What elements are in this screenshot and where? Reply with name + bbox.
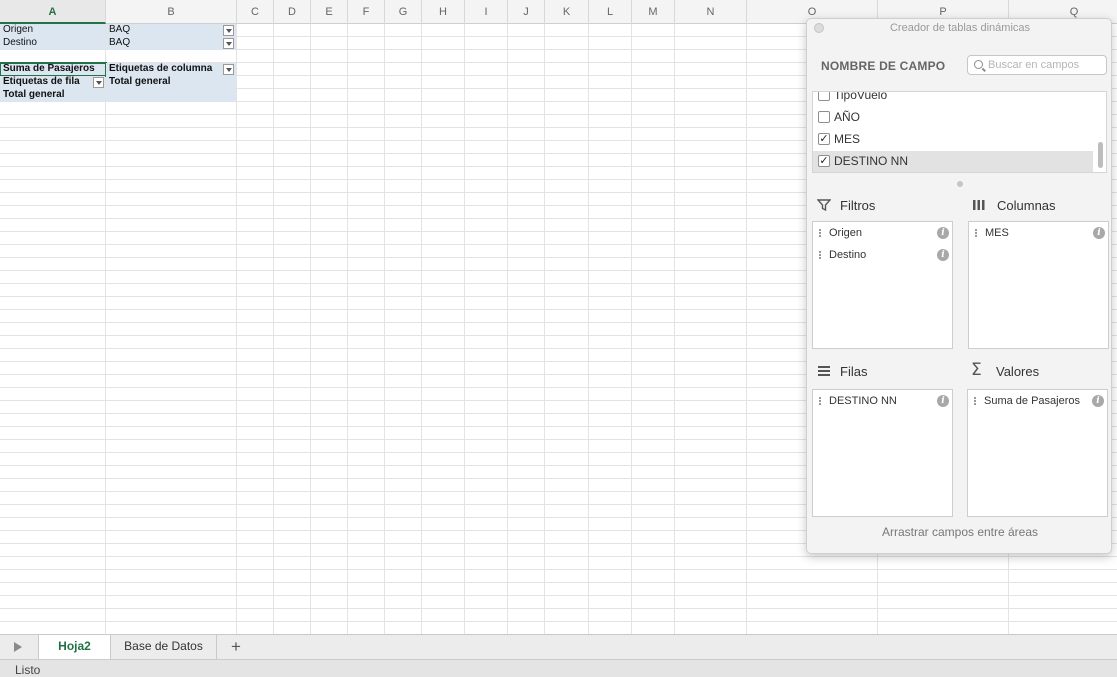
filters-item-destino[interactable]: Destino i <box>819 247 954 263</box>
column-labels-dropdown-icon[interactable] <box>223 64 234 75</box>
sheet-row-46 <box>0 609 1117 622</box>
sheet-row-45 <box>0 596 1117 609</box>
sheet-row-43 <box>0 570 1117 583</box>
info-icon[interactable]: i <box>937 227 949 239</box>
column-header-b[interactable]: B <box>106 0 237 24</box>
filters-drop-area[interactable]: Origen i Destino i <box>812 221 953 349</box>
column-header-j[interactable]: J <box>508 0 545 24</box>
tab-hoja2[interactable]: Hoja2 <box>38 635 111 659</box>
search-icon <box>974 60 983 69</box>
cell-b5[interactable]: Total general <box>106 76 236 89</box>
column-header-g[interactable]: G <box>385 0 422 24</box>
cell-b6[interactable] <box>106 89 236 102</box>
funnel-icon <box>817 199 831 212</box>
column-header-n[interactable]: N <box>675 0 747 24</box>
cell-a1[interactable]: Origen <box>0 24 105 37</box>
area-item-label: Destino <box>829 249 867 261</box>
tab-base-de-datos[interactable]: Base de Datos <box>111 635 217 659</box>
checkbox[interactable] <box>818 111 830 123</box>
splitter-handle[interactable] <box>957 181 963 187</box>
pivot-title: Creador de tablas dinámicas <box>889 22 1031 34</box>
columns-item-mes[interactable]: MES i <box>975 225 1110 241</box>
filter-dropdown-icon[interactable] <box>223 38 234 49</box>
cell-b2[interactable]: BAQ <box>106 37 236 50</box>
cell-a6[interactable]: Total general <box>0 89 105 102</box>
filters-item-origen[interactable]: Origen i <box>819 225 954 241</box>
rows-item-destino-nn[interactable]: DESTINO NN i <box>819 393 954 409</box>
cell-a2[interactable]: Destino <box>0 37 105 50</box>
sheet-tab-bar: Hoja2 Base de Datos + <box>0 634 1117 659</box>
field-search-input[interactable] <box>988 57 1103 73</box>
values-item-suma-pasajeros[interactable]: Suma de Pasajeros i <box>974 393 1109 409</box>
drag-handle-icon[interactable] <box>819 229 821 237</box>
excel-window: A B C D E F G H I J K L M N O P Q Origen… <box>0 0 1117 677</box>
field-list[interactable]: TipoVuelo AÑO ✓ MES ✓ DESTINO NN <box>812 91 1107 173</box>
column-header-f[interactable]: F <box>348 0 385 24</box>
drag-hint: Arrastrar campos entre áreas <box>881 525 1039 539</box>
columns-drop-area[interactable]: MES i <box>968 221 1109 349</box>
columns-area-title: Columnas <box>997 198 1056 213</box>
values-drop-area[interactable]: Suma de Pasajeros i <box>967 389 1108 517</box>
column-header-d[interactable]: D <box>274 0 311 24</box>
area-item-label: Suma de Pasajeros <box>984 395 1080 407</box>
column-header-e[interactable]: E <box>311 0 348 24</box>
field-item-destino-nn[interactable]: ✓ DESTINO NN <box>813 151 1093 172</box>
field-search-box[interactable] <box>967 55 1107 75</box>
info-icon[interactable]: i <box>937 249 949 261</box>
drag-handle-icon[interactable] <box>819 397 821 405</box>
field-list-scrollbar[interactable] <box>1098 142 1103 168</box>
sheet-row-44 <box>0 583 1117 596</box>
field-item-ano[interactable]: AÑO <box>813 107 1093 129</box>
field-label: AÑO <box>834 110 861 124</box>
filters-area-title: Filtros <box>840 198 876 213</box>
field-item-mes[interactable]: ✓ MES <box>813 129 1093 151</box>
column-header-l[interactable]: L <box>589 0 632 24</box>
columns-icon <box>973 200 985 210</box>
status-bar: Listo <box>0 659 1117 677</box>
sigma-icon: Σ <box>971 360 982 380</box>
status-text: Listo <box>15 663 41 677</box>
field-item-tipovuelo[interactable]: TipoVuelo <box>813 91 1093 107</box>
rows-area-title: Filas <box>840 364 868 379</box>
info-icon[interactable]: i <box>937 395 949 407</box>
column-header-k[interactable]: K <box>545 0 589 24</box>
field-label: MES <box>834 132 861 146</box>
rows-icon <box>818 366 830 376</box>
sheet-row-42 <box>0 557 1117 570</box>
field-label: TipoVuelo <box>834 91 888 102</box>
column-header-c[interactable]: C <box>237 0 274 24</box>
checkbox[interactable] <box>818 92 830 101</box>
play-icon[interactable] <box>14 642 22 652</box>
rows-drop-area[interactable]: DESTINO NN i <box>812 389 953 517</box>
drag-handle-icon[interactable] <box>819 251 821 259</box>
cell-a4[interactable]: Suma de Pasajeros <box>0 62 107 77</box>
column-header-a[interactable]: A <box>0 0 106 24</box>
cell-a5[interactable]: Etiquetas de fila <box>0 76 105 89</box>
area-item-label: MES <box>985 227 1009 239</box>
field-label: DESTINO NN <box>834 154 909 168</box>
field-name-header: NOMBRE DE CAMPO <box>821 59 946 73</box>
column-header-h[interactable]: H <box>422 0 465 24</box>
area-item-label: Origen <box>829 227 863 239</box>
pivot-table-builder: Creador de tablas dinámicas NOMBRE DE CA… <box>806 18 1112 554</box>
info-icon[interactable]: i <box>1093 227 1105 239</box>
cell-b1[interactable]: BAQ <box>106 24 236 37</box>
checkbox-checked[interactable]: ✓ <box>818 155 830 167</box>
area-item-label: DESTINO NN <box>829 395 897 407</box>
cell-b4[interactable]: Etiquetas de columna <box>106 63 236 76</box>
filter-dropdown-icon[interactable] <box>223 25 234 36</box>
column-header-i[interactable]: I <box>465 0 508 24</box>
drag-handle-icon[interactable] <box>974 397 976 405</box>
sheet-row-47 <box>0 622 1117 634</box>
row-labels-dropdown-icon[interactable] <box>93 77 104 88</box>
add-sheet-button[interactable]: + <box>226 637 246 657</box>
drag-handle-icon[interactable] <box>975 229 977 237</box>
info-icon[interactable]: i <box>1092 395 1104 407</box>
values-area-title: Valores <box>996 364 1040 379</box>
checkbox-checked[interactable]: ✓ <box>818 133 830 145</box>
column-header-m[interactable]: M <box>632 0 675 24</box>
